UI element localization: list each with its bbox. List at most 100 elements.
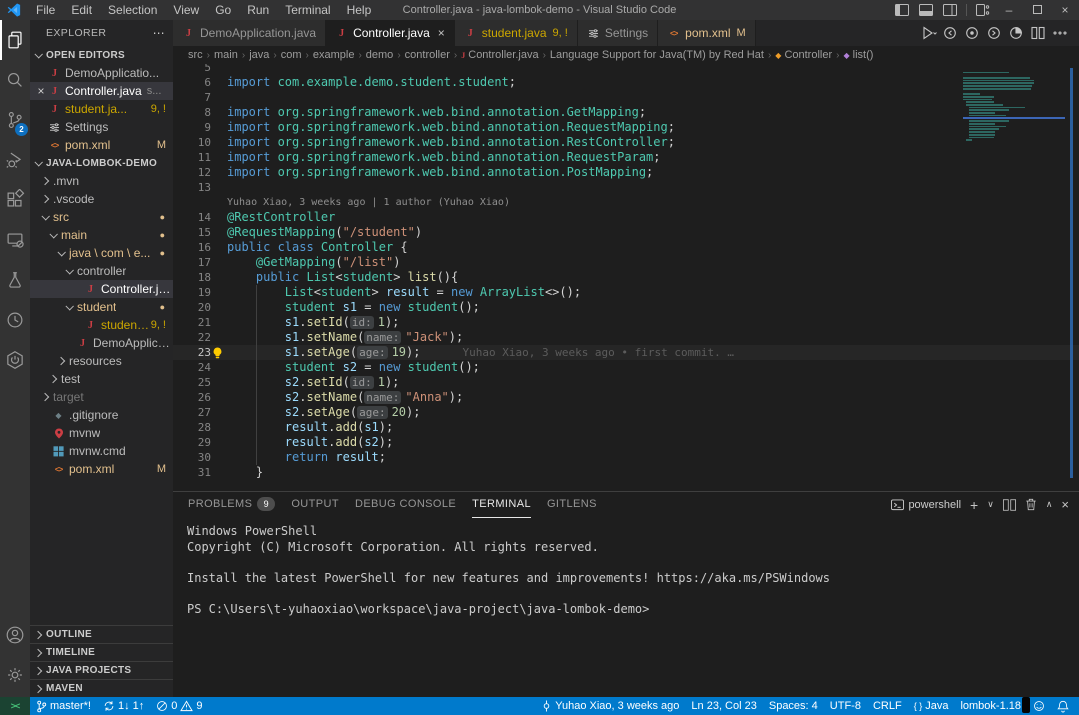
activity-search-icon[interactable]: [0, 60, 30, 100]
tree-item-demoapplication...[interactable]: JDemoApplication...: [30, 334, 173, 352]
split-terminal-icon[interactable]: [1002, 498, 1016, 511]
open-editor-item[interactable]: Jstudent.ja... 9, !: [30, 100, 173, 118]
feedback-icon[interactable]: [1027, 697, 1051, 715]
minimap[interactable]: [963, 69, 1065, 142]
breadcrumb-item[interactable]: Language Support for Java(TM) by Red Hat: [550, 49, 764, 61]
terminal-shell-selector[interactable]: powershell: [891, 499, 961, 511]
breadcrumb-item[interactable]: example: [313, 49, 355, 61]
status-problems[interactable]: 0 9: [150, 697, 208, 715]
activity-settings-icon[interactable]: [0, 655, 30, 695]
tree-item-main[interactable]: main ●: [30, 226, 173, 244]
activity-testing-icon[interactable]: [0, 260, 30, 300]
new-terminal-icon[interactable]: +: [970, 497, 978, 513]
activity-source-control-icon[interactable]: 2: [0, 100, 30, 140]
tree-item-resources[interactable]: resources: [30, 352, 173, 370]
breadcrumb-item[interactable]: J Controller.java: [461, 49, 538, 61]
activity-spring-boot-dashboard-icon[interactable]: [0, 340, 30, 380]
status-branch[interactable]: master*!: [30, 697, 97, 715]
tree-item-controller[interactable]: controller: [30, 262, 173, 280]
activity-explorer-icon[interactable]: [0, 20, 30, 60]
open-editor-item[interactable]: Settings: [30, 118, 173, 136]
tree-item-mvnw.cmd[interactable]: mvnw.cmd: [30, 442, 173, 460]
project-root-header[interactable]: JAVA-LOMBOK-DEMO: [30, 154, 173, 172]
navigate-forward-icon[interactable]: [983, 25, 1005, 41]
breadcrumb-item[interactable]: ◆ Controller: [775, 49, 832, 61]
tab-settings[interactable]: Settings: [577, 20, 659, 46]
tree-item-target[interactable]: target: [30, 388, 173, 406]
profile-icon[interactable]: [1005, 25, 1027, 41]
open-editor-item[interactable]: × J Controller.java s...: [30, 82, 173, 100]
remote-indicator[interactable]: ><: [0, 697, 30, 715]
tab-controller.java[interactable]: J Controller.java ×: [326, 20, 455, 46]
menu-file[interactable]: File: [28, 0, 63, 20]
activity-remote-explorer-icon[interactable]: [0, 220, 30, 260]
breadcrumb-item[interactable]: com: [281, 49, 302, 61]
tree-item-mvnw[interactable]: mvnw: [30, 424, 173, 442]
tree-item-.gitignore[interactable]: ◆ .gitignore: [30, 406, 173, 424]
breadcrumb-item[interactable]: ◆ list(): [843, 49, 873, 61]
open-editor-item[interactable]: J DemoApplicatio...: [30, 64, 173, 82]
tree-item-controller.java[interactable]: J Controller.java: [30, 280, 173, 298]
menu-selection[interactable]: Selection: [100, 0, 165, 20]
close-tab-icon[interactable]: ×: [438, 26, 445, 40]
tree-item-java-com-e...[interactable]: java \ com \ e... ●: [30, 244, 173, 262]
tree-item-student.ja...[interactable]: Jstudent.ja...9, !: [30, 316, 173, 334]
tab-student.java[interactable]: Jstudent.java 9, !: [454, 20, 578, 46]
more-actions-icon[interactable]: ⋯: [153, 26, 165, 40]
menu-run[interactable]: Run: [239, 0, 277, 20]
tree-item-.mvn[interactable]: .mvn: [30, 172, 173, 190]
close-button[interactable]: ×: [1051, 0, 1079, 20]
toggle-sidebar-icon[interactable]: [890, 4, 914, 16]
breadcrumb-item[interactable]: demo: [366, 49, 394, 61]
maximize-panel-icon[interactable]: ∧: [1046, 499, 1053, 510]
status-sync[interactable]: 1↓ 1↑: [97, 697, 150, 715]
sidebar-section-java-projects[interactable]: JAVA PROJECTS: [30, 661, 173, 679]
notifications-bell-icon[interactable]: [1051, 697, 1079, 715]
sidebar-section-maven[interactable]: MAVEN: [30, 679, 173, 697]
status-cursor-position[interactable]: Ln 23, Col 23: [685, 697, 762, 715]
status-eol[interactable]: CRLF: [867, 697, 908, 715]
activity-accounts-icon[interactable]: [0, 615, 30, 655]
tab-pom.xml[interactable]: <> pom.xml M: [658, 20, 756, 46]
minimize-button[interactable]: –: [995, 0, 1023, 20]
status-indentation[interactable]: Spaces: 4: [763, 697, 824, 715]
status-language[interactable]: { } Java: [908, 697, 955, 715]
menu-edit[interactable]: Edit: [63, 0, 100, 20]
status-lombok[interactable]: lombok-1.18: [954, 697, 1030, 715]
status-encoding[interactable]: UTF-8: [824, 697, 867, 715]
more-actions-icon[interactable]: [1049, 25, 1071, 41]
menu-go[interactable]: Go: [207, 0, 239, 20]
overview-ruler[interactable]: [1070, 68, 1073, 478]
tree-item-test[interactable]: test: [30, 370, 173, 388]
maximize-button[interactable]: [1023, 0, 1051, 20]
sidebar-section-outline[interactable]: OUTLINE: [30, 625, 173, 643]
customize-layout-icon[interactable]: [971, 4, 995, 16]
tree-item-src[interactable]: src ●: [30, 208, 173, 226]
breadcrumb-item[interactable]: java: [249, 49, 269, 61]
run-button[interactable]: [917, 25, 939, 41]
breadcrumb[interactable]: src › main › java › com › example › demo › controlle…: [173, 46, 1079, 64]
open-editors-header[interactable]: OPEN EDITORS: [30, 46, 173, 64]
split-editor-icon[interactable]: [1027, 25, 1049, 41]
menu-view[interactable]: View: [165, 0, 207, 20]
terminal-dropdown-icon[interactable]: ∨: [987, 499, 994, 510]
breadcrumb-item[interactable]: main: [214, 49, 238, 61]
activity-extensions-icon[interactable]: [0, 180, 30, 220]
panel-tab-terminal[interactable]: TERMINAL: [472, 492, 531, 518]
activity-run-and-debug-icon[interactable]: [0, 140, 30, 180]
code-editor[interactable]: 5 6 import com.example.demo.student.studen…: [173, 64, 1079, 491]
panel-tab-debug-console[interactable]: DEBUG CONSOLE: [355, 492, 456, 518]
tree-item-student[interactable]: student ●: [30, 298, 173, 316]
kill-terminal-icon[interactable]: [1025, 498, 1037, 511]
close-editor-icon[interactable]: ×: [34, 84, 48, 98]
toggle-panel-icon[interactable]: [914, 4, 938, 16]
activity-gitlens-icon[interactable]: [0, 300, 30, 340]
sidebar-section-timeline[interactable]: TIMELINE: [30, 643, 173, 661]
tree-item-.vscode[interactable]: .vscode: [30, 190, 173, 208]
breadcrumb-item[interactable]: controller: [405, 49, 450, 61]
panel-tab-output[interactable]: OUTPUT: [291, 492, 339, 518]
open-editor-item[interactable]: <> pom.xml M: [30, 136, 173, 154]
tree-item-pom.xml[interactable]: <> pom.xml M: [30, 460, 173, 478]
tab-demoapplication.java[interactable]: J DemoApplication.java: [173, 20, 327, 46]
panel-tab-problems[interactable]: PROBLEMS 9: [188, 492, 276, 518]
